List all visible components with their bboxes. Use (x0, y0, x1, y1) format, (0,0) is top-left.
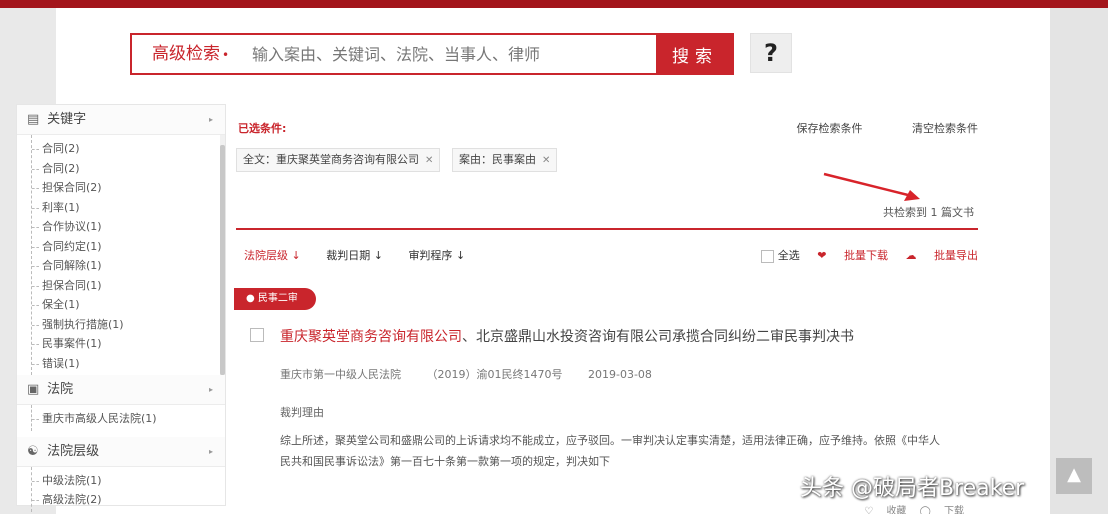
keyword-item[interactable]: 合同解除(1) (32, 256, 225, 276)
keyword-item[interactable]: 担保合同(2) (32, 178, 225, 198)
page-margin (1050, 8, 1108, 514)
arrow-down-icon: ↓ (455, 249, 466, 262)
result-checkbox[interactable] (250, 328, 264, 342)
search-input[interactable] (252, 39, 652, 69)
batch-tools: 全选 ❤ 批量下载 ☁ 批量导出 (747, 244, 978, 268)
sidebar-section-level[interactable]: ☯ 法院层级 ▸ (17, 436, 225, 467)
caret-right-icon: ▸ (208, 115, 213, 124)
caret-right-icon: ▸ (208, 446, 213, 456)
advanced-search-toggle[interactable]: 高级检索 • (132, 35, 240, 73)
condition-chip-cause: 案由：民事案由 ✕ (452, 148, 558, 172)
chip-label: 全文：重庆聚英堂商务咨询有限公司 (243, 153, 419, 166)
title-rest: 、北京盛鼎山水投资咨询有限公司承揽合同纠纷二审民事判决书 (462, 329, 854, 345)
highlight-party: 重庆聚英堂商务咨询有限公司 (280, 329, 462, 345)
results-panel: 已选条件: 保存检索条件 清空检索条件 全文：重庆聚英堂商务咨询有限公司 ✕ 案由… (234, 104, 979, 514)
scrollbar-thumb[interactable] (220, 145, 225, 375)
keyword-item[interactable]: 民事案件(1) (32, 334, 225, 354)
sort-court-level[interactable]: 法院层级 ↓ (244, 244, 301, 268)
download-button[interactable]: ◯ 下载 (920, 506, 964, 514)
court-list: 重庆市高级人民法院(1) (31, 405, 225, 431)
watermark: 头条 @破局者Breaker (800, 476, 1025, 501)
keyword-item[interactable]: 保全(1) (32, 295, 225, 315)
arrow-down-icon: ↓ (291, 249, 301, 262)
select-all-label: 全选 (777, 249, 800, 262)
building-icon: ▣ (27, 382, 40, 397)
document-actions: ♡ 收藏 ◯ 下载 (854, 502, 964, 514)
document-meta: 重庆市第一中级人民法院 （2019）渝01民终1470号 2019-03-08 (280, 366, 674, 382)
keyword-item[interactable]: 利率(1) (32, 198, 225, 218)
close-icon[interactable]: ✕ (542, 155, 550, 166)
doc-date: 2019-03-08 (588, 368, 652, 381)
section-title: 法院层级 (47, 443, 100, 459)
save-conditions-link[interactable]: 保存检索条件 (797, 122, 863, 135)
case-type-tag: ● 民事二审 (234, 288, 316, 310)
condition-links: 保存检索条件 清空检索条件 (751, 120, 979, 136)
doc-court: 重庆市第一中级人民法院 (280, 368, 401, 381)
keyword-item[interactable]: 合同约定(1) (32, 237, 225, 257)
divider (236, 228, 978, 230)
sort-trial-procedure[interactable]: 审判程序 ↓ (408, 244, 465, 268)
filter-sidebar: ▤ 关键字 ▸ 合同(2) 合同(2) 担保合同(2) 利率(1) 合作协议(1… (16, 104, 226, 512)
top-bar (0, 0, 1108, 8)
help-button[interactable]: ? (750, 33, 792, 73)
sort-bar: 法院层级 ↓ 裁判日期 ↓ 审判程序 ↓ 全选 ❤ 批量下载 ☁ 批量导出 (236, 244, 978, 268)
result-count: 共检索到 1 篇文书 (883, 206, 974, 219)
keyword-item[interactable]: 强制执行措施(1) (32, 315, 225, 335)
gist-label: 裁判理由 (280, 406, 324, 419)
document-icon: ▤ (27, 112, 40, 127)
sort-judgment-date[interactable]: 裁判日期 ↓ (326, 244, 383, 268)
sidebar-section-keyword[interactable]: ▤ 关键字 ▸ (17, 105, 225, 135)
select-all-checkbox[interactable] (760, 249, 774, 263)
back-to-top-button[interactable]: ▲ (1056, 458, 1092, 494)
search-button[interactable]: 搜索 (656, 33, 734, 75)
keyword-item[interactable]: 合作协议(1) (32, 217, 225, 237)
sidebar-section-court[interactable]: ▣ 法院 ▸ (17, 375, 225, 405)
document-gist: 综上所述，聚英堂公司和盛鼎公司的上诉请求均不能成立，应予驳回。一审判决认定事实清… (280, 434, 940, 468)
keyword-item[interactable]: 错误(1) (32, 354, 225, 374)
doc-case-number: （2019）渝01民终1470号 (426, 368, 563, 381)
caret-right-icon: ▸ (208, 385, 213, 394)
level-list: 中级法院(1) 高级法院(2) (31, 466, 225, 512)
annotation-arrow-icon (823, 172, 920, 201)
search-bar: 高级检索• 搜索 (130, 33, 734, 75)
clear-conditions-link[interactable]: 清空检索条件 (912, 122, 978, 135)
keyword-item[interactable]: 担保合同(1) (32, 276, 225, 296)
batch-export-button[interactable]: ☁ 批量导出 (906, 249, 979, 262)
keyword-item[interactable]: 合同(2) (32, 139, 225, 159)
batch-download-button[interactable]: ❤ 批量下载 (817, 249, 888, 262)
arrow-down-icon: ↓ (373, 249, 383, 262)
court-item[interactable]: 重庆市高级人民法院(1) (32, 409, 225, 429)
selected-conditions-title: 已选条件: (238, 122, 287, 135)
hierarchy-icon: ☯ (27, 443, 39, 459)
level-item[interactable]: 高级法院(2) (32, 490, 225, 510)
document-title-link[interactable]: 重庆聚英堂商务咨询有限公司、北京盛鼎山水投资咨询有限公司承揽合同纠纷二审民事判决… (280, 326, 854, 346)
chip-label: 案由：民事案由 (459, 153, 536, 166)
favorite-button[interactable]: ♡ 收藏 (864, 506, 906, 514)
section-title: 关键字 (47, 112, 87, 127)
condition-chip-fulltext: 全文：重庆聚英堂商务咨询有限公司 ✕ (236, 148, 441, 172)
section-title: 法院 (47, 382, 74, 397)
level-item[interactable]: 中级法院(1) (32, 471, 225, 491)
dot-icon: • (222, 48, 230, 62)
keyword-item[interactable]: 合同(2) (32, 159, 225, 179)
search-type-label: 高级检索 (152, 44, 220, 64)
arrow-up-icon: ▲ (1067, 464, 1081, 485)
keyword-list: 合同(2) 合同(2) 担保合同(2) 利率(1) 合作协议(1) 合同约定(1… (31, 135, 225, 375)
close-icon[interactable]: ✕ (425, 155, 433, 166)
